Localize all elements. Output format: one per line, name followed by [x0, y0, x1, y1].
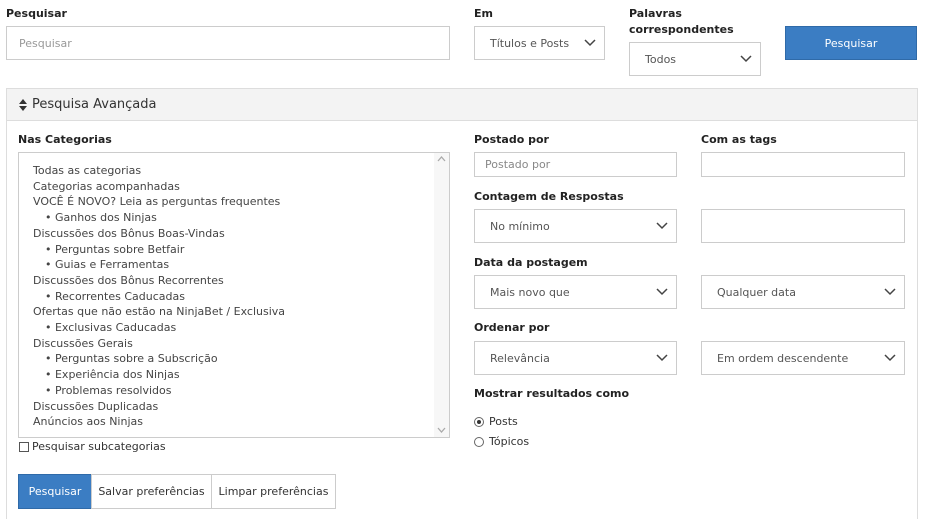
show-as-posts-radio[interactable]: [474, 417, 484, 427]
post-date-value: Mais novo que: [490, 285, 570, 299]
category-item[interactable]: Ofertas que não estão na NinjaBet / Excl…: [33, 304, 449, 320]
scroll-down-icon[interactable]: [437, 427, 446, 433]
show-as-posts-label: Posts: [489, 415, 518, 428]
footer-button-group: Pesquisar Salvar preferências Limpar pre…: [18, 474, 336, 509]
subcategory-item[interactable]: • Exclusivas Caducadas: [33, 320, 449, 336]
order-label: Ordenar por: [474, 321, 550, 334]
subcategory-item[interactable]: • Ganhos dos Ninjas: [33, 210, 449, 226]
post-date-select[interactable]: Mais novo que: [474, 275, 677, 309]
reply-count-value: No mínimo: [490, 219, 550, 233]
advanced-search-title: Pesquisa Avançada: [32, 97, 157, 112]
reply-count-label: Contagem de Respostas: [474, 190, 624, 203]
reply-count-select[interactable]: No mínimo: [474, 209, 677, 243]
chevron-down-icon: [656, 354, 668, 362]
sort-icon: [19, 98, 27, 111]
tags-label: Com as tags: [701, 133, 777, 146]
subcategory-item[interactable]: • Perguntas sobre Betfair: [33, 242, 449, 258]
category-item[interactable]: Discussões dos Bônus Recorrentes: [33, 273, 449, 289]
posted-by-label: Postado por: [474, 133, 549, 146]
show-as-label: Mostrar resultados como: [474, 387, 630, 400]
save-preferences-button[interactable]: Salvar preferências: [91, 474, 212, 509]
posted-by-placeholder: Postado por: [485, 158, 551, 171]
chevron-down-icon: [740, 55, 752, 63]
categories-scrollbar[interactable]: [434, 153, 449, 437]
category-item[interactable]: Categorias acompanhadas: [33, 179, 449, 195]
scroll-up-icon[interactable]: [437, 156, 446, 162]
post-date-label: Data da postagem: [474, 256, 588, 269]
subcategory-item[interactable]: • Perguntas sobre a Subscrição: [33, 351, 449, 367]
subcategory-item[interactable]: • Recorrentes Caducadas: [33, 289, 449, 305]
categories-listbox[interactable]: Todas as categorias Categorias acompanhad…: [18, 152, 450, 438]
category-item[interactable]: Todas as categorias: [33, 163, 449, 179]
chevron-down-icon: [884, 354, 896, 362]
show-as-topics-radio[interactable]: [474, 437, 484, 447]
search-input[interactable]: Pesquisar: [6, 26, 450, 60]
match-select[interactable]: Todos: [629, 42, 761, 76]
subcategories-label: Pesquisar subcategorias: [32, 440, 166, 453]
chevron-down-icon: [656, 222, 668, 230]
posted-by-input[interactable]: Postado por: [474, 152, 677, 177]
subcategories-checkbox[interactable]: [19, 442, 29, 452]
order-direction-value: Em ordem descendente: [717, 351, 849, 365]
category-item[interactable]: Discussões Duplicadas: [33, 399, 449, 415]
show-as-topics-label: Tópicos: [489, 435, 530, 448]
post-date-range-select[interactable]: Qualquer data: [701, 275, 905, 309]
chevron-down-icon: [656, 288, 668, 296]
subcategory-item[interactable]: • Guias e Ferramentas: [33, 257, 449, 273]
chevron-down-icon: [884, 288, 896, 296]
footer-search-button[interactable]: Pesquisar: [18, 474, 92, 509]
match-label: Palavras correspondentes: [629, 7, 734, 36]
category-item[interactable]: VOCÊ É NOVO? Leia as perguntas frequente…: [33, 194, 449, 210]
subcategory-item[interactable]: • Experiência dos Ninjas: [33, 367, 449, 383]
post-date-range-value: Qualquer data: [717, 285, 796, 299]
reply-count-input[interactable]: [701, 209, 905, 243]
subcategory-item[interactable]: • Problemas resolvidos: [33, 383, 449, 399]
chevron-down-icon: [584, 39, 596, 47]
order-direction-select[interactable]: Em ordem descendente: [701, 341, 905, 375]
search-in-select[interactable]: Títulos e Posts: [474, 26, 605, 60]
search-placeholder: Pesquisar: [19, 36, 72, 50]
category-item[interactable]: Anúncios aos Ninjas: [33, 414, 449, 430]
categories-label: Nas Categorias: [18, 133, 112, 146]
category-item[interactable]: Discussões Gerais: [33, 336, 449, 352]
order-select[interactable]: Relevância: [474, 341, 677, 375]
categories-list: Todas as categorias Categorias acompanhad…: [19, 153, 449, 430]
search-in-label: Em: [474, 7, 493, 20]
tags-input[interactable]: [701, 152, 905, 177]
search-label: Pesquisar: [6, 7, 67, 20]
category-item[interactable]: Discussões dos Bônus Boas-Vindas: [33, 226, 449, 242]
match-value: Todos: [645, 52, 677, 66]
search-button[interactable]: Pesquisar: [785, 26, 917, 60]
order-value: Relevância: [490, 351, 550, 365]
search-in-value: Títulos e Posts: [490, 36, 570, 50]
advanced-search-toggle[interactable]: Pesquisa Avançada: [7, 89, 917, 121]
clear-preferences-button[interactable]: Limpar preferências: [211, 474, 336, 509]
